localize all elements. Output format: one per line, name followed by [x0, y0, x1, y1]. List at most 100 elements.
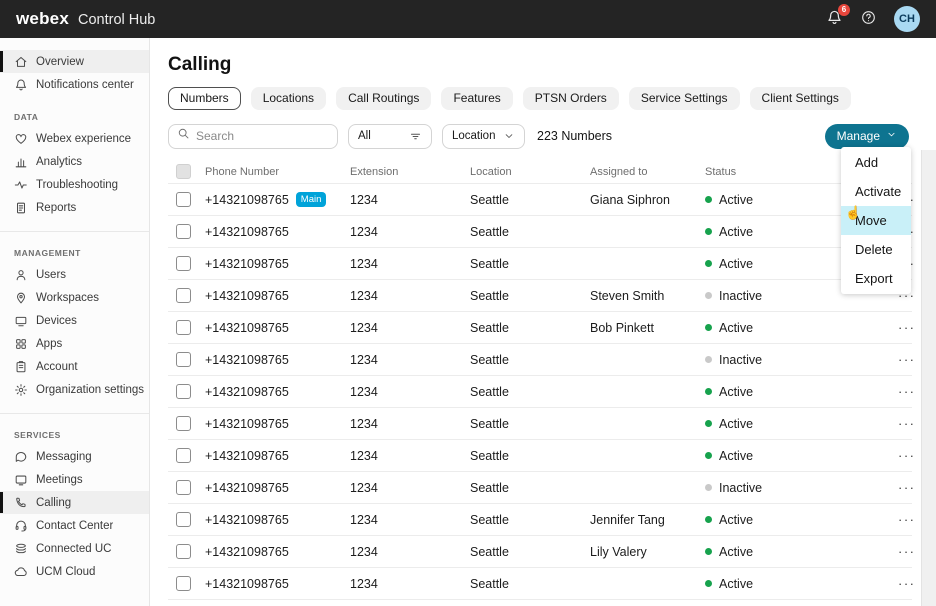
- row-actions-button[interactable]: ···: [898, 387, 916, 397]
- tab-ptsn-orders[interactable]: PTSN Orders: [523, 87, 619, 110]
- table-row[interactable]: +14321098765Main1234SeattleGiana Siphron…: [168, 184, 912, 216]
- chevron-down-icon: [503, 130, 515, 142]
- help-button[interactable]: [861, 10, 876, 28]
- home-icon: [14, 55, 28, 69]
- table-row[interactable]: +143210987651234SeattleActive···: [168, 248, 912, 280]
- sidebar-item-analytics[interactable]: Analytics: [0, 150, 149, 173]
- account-icon: [14, 360, 28, 374]
- row-checkbox[interactable]: [176, 512, 191, 527]
- tab-locations[interactable]: Locations: [251, 87, 326, 110]
- status-text: Active: [719, 321, 753, 335]
- row-actions-button[interactable]: ···: [898, 579, 916, 589]
- status-cell: Inactive: [705, 481, 862, 495]
- row-checkbox[interactable]: [176, 288, 191, 303]
- tab-client-settings[interactable]: Client Settings: [750, 87, 851, 110]
- tab-numbers[interactable]: Numbers: [168, 87, 241, 110]
- main-badge: Main: [296, 192, 327, 207]
- row-checkbox[interactable]: [176, 192, 191, 207]
- status-cell: Active: [705, 321, 862, 335]
- tab-call-routings[interactable]: Call Routings: [336, 87, 431, 110]
- status-dot: [705, 388, 712, 395]
- status-cell: Inactive: [705, 353, 862, 367]
- table-row[interactable]: +143210987651234SeattleActive···: [168, 568, 912, 600]
- sidebar-item-devices[interactable]: Devices: [0, 309, 149, 332]
- table-row[interactable]: +143210987651234SeattleActive···: [168, 376, 912, 408]
- filter-location-dropdown[interactable]: Location: [442, 124, 525, 149]
- sidebar-item-messaging[interactable]: Messaging: [0, 445, 149, 468]
- sidebar-item-apps[interactable]: Apps: [0, 332, 149, 355]
- table-row[interactable]: +143210987651234SeattleBob PinkettActive…: [168, 312, 912, 344]
- sidebar-item-troubleshooting[interactable]: Troubleshooting: [0, 173, 149, 196]
- row-checkbox[interactable]: [176, 480, 191, 495]
- product-name: Control Hub: [78, 12, 155, 28]
- table-row[interactable]: +143210987651234SeattleActive···: [168, 408, 912, 440]
- sidebar-item-ucm-cloud[interactable]: UCM Cloud: [0, 560, 149, 583]
- row-checkbox[interactable]: [176, 256, 191, 271]
- scrollbar-track[interactable]: [921, 150, 936, 606]
- status-dot: [705, 228, 712, 235]
- phone-number: +14321098765: [205, 449, 289, 463]
- row-checkbox[interactable]: [176, 352, 191, 367]
- tab-service-settings[interactable]: Service Settings: [629, 87, 740, 110]
- sidebar-item-meetings[interactable]: Meetings: [0, 468, 149, 491]
- row-actions-button[interactable]: ···: [898, 515, 916, 525]
- menu-item-export[interactable]: Export: [841, 264, 911, 293]
- row-actions-button[interactable]: ···: [898, 323, 916, 333]
- bell-icon: [14, 78, 28, 92]
- table-row[interactable]: +143210987651234SeattleSteven SmithInact…: [168, 280, 912, 312]
- chat-icon: [14, 450, 28, 464]
- menu-item-activate[interactable]: Activate: [841, 177, 911, 206]
- table-row[interactable]: +143210987651234SeattleLily ValeryActive…: [168, 536, 912, 568]
- menu-item-delete[interactable]: Delete: [841, 235, 911, 264]
- status-dot: [705, 292, 712, 299]
- table-row[interactable]: +143210987651234SeattleActive···: [168, 216, 912, 248]
- search-input[interactable]: [196, 129, 329, 143]
- sidebar-item-connected-uc[interactable]: Connected UC: [0, 537, 149, 560]
- row-checkbox[interactable]: [176, 384, 191, 399]
- row-actions-button[interactable]: ···: [898, 483, 916, 493]
- row-checkbox[interactable]: [176, 448, 191, 463]
- sidebar-item-organization-settings[interactable]: Organization settings: [0, 378, 149, 401]
- sidebar-item-calling[interactable]: Calling: [0, 491, 149, 514]
- row-checkbox[interactable]: [176, 320, 191, 335]
- sidebar-item-users[interactable]: Users: [0, 263, 149, 286]
- row-actions-button[interactable]: ···: [898, 355, 916, 365]
- row-actions-button[interactable]: ···: [898, 547, 916, 557]
- actions-cell: ···: [862, 545, 916, 559]
- filter-all-dropdown[interactable]: All: [348, 124, 432, 149]
- status-dot: [705, 260, 712, 267]
- sidebar-item-contact-center[interactable]: Contact Center: [0, 514, 149, 537]
- extension-cell: 1234: [350, 225, 470, 239]
- device-icon: [14, 314, 28, 328]
- notifications-button[interactable]: 6: [826, 9, 843, 29]
- extension-cell: 1234: [350, 193, 470, 207]
- menu-item-move[interactable]: Move: [841, 206, 911, 235]
- row-actions-button[interactable]: ···: [898, 451, 916, 461]
- chevron-down-icon: [886, 129, 897, 143]
- user-icon: [14, 268, 28, 282]
- table-row[interactable]: +143210987651234SeattleInactive···: [168, 472, 912, 504]
- sidebar-item-label: Overview: [36, 56, 84, 68]
- select-all-checkbox[interactable]: [176, 164, 191, 179]
- row-actions-button[interactable]: ···: [898, 419, 916, 429]
- table-row[interactable]: +143210987651234SeattleJennifer TangActi…: [168, 504, 912, 536]
- sidebar-item-reports[interactable]: Reports: [0, 196, 149, 219]
- row-checkbox[interactable]: [176, 224, 191, 239]
- row-checkbox[interactable]: [176, 544, 191, 559]
- row-checkbox[interactable]: [176, 576, 191, 591]
- table-row[interactable]: +143210987651234SeattleActive···: [168, 440, 912, 472]
- sidebar-item-overview[interactable]: Overview: [0, 50, 149, 73]
- sidebar-item-webex-experience[interactable]: Webex experience: [0, 127, 149, 150]
- sidebar-item-notifications-center[interactable]: Notifications center: [0, 73, 149, 96]
- phone-number: +14321098765: [205, 257, 289, 271]
- menu-item-add[interactable]: Add: [841, 148, 911, 177]
- tab-features[interactable]: Features: [441, 87, 512, 110]
- row-checkbox[interactable]: [176, 416, 191, 431]
- manage-button[interactable]: Manage: [825, 124, 909, 149]
- table-row[interactable]: +143210987651234SeattleInactive···: [168, 344, 912, 376]
- sidebar-item-workspaces[interactable]: Workspaces: [0, 286, 149, 309]
- avatar[interactable]: CH: [894, 6, 920, 32]
- status-text: Active: [719, 225, 753, 239]
- sidebar-item-account[interactable]: Account: [0, 355, 149, 378]
- assigned-to-cell: Lily Valery: [590, 545, 705, 559]
